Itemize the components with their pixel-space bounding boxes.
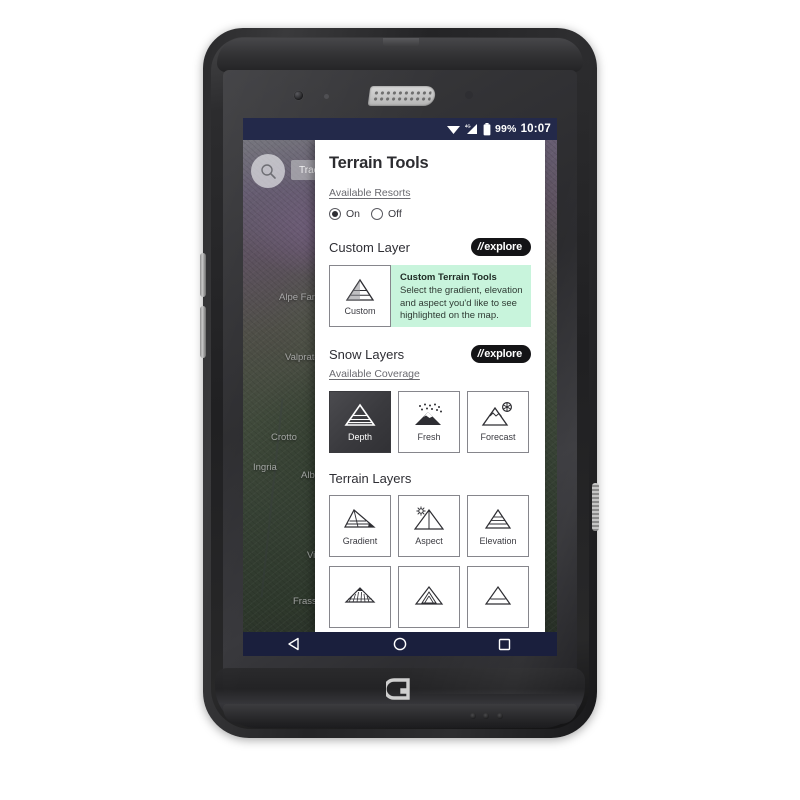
power-button[interactable] bbox=[592, 483, 599, 531]
tile-label: Depth bbox=[347, 432, 373, 442]
tile-custom[interactable]: Custom bbox=[329, 265, 391, 327]
tile-terrain-peak[interactable] bbox=[467, 566, 529, 628]
available-coverage-link[interactable]: Available Coverage bbox=[329, 368, 420, 380]
signal-4g-icon: 4G bbox=[465, 123, 479, 135]
tile-label: Custom bbox=[344, 305, 376, 316]
tile-snow-forecast[interactable]: Forecast bbox=[467, 391, 529, 453]
custom-layer-row: Custom Custom Terrain Tools Select the g… bbox=[329, 265, 531, 327]
fresh-snow-icon bbox=[412, 402, 446, 428]
elevation-icon bbox=[482, 506, 514, 532]
light-sensor bbox=[465, 91, 473, 99]
crosscall-logo bbox=[386, 678, 410, 700]
aspect-icon bbox=[412, 506, 446, 532]
radio-on-label: On bbox=[346, 208, 361, 220]
tile-label: Fresh bbox=[417, 432, 441, 442]
wifi-icon bbox=[446, 123, 461, 135]
tile-snow-fresh[interactable]: Fresh bbox=[398, 391, 460, 453]
phone-screen: Alpe Fantoc Valprato S Crotto Ingria Alb… bbox=[243, 118, 557, 656]
page-title: Terrain Tools bbox=[329, 154, 429, 172]
badge-label: explore bbox=[484, 240, 522, 253]
tile-label: Elevation bbox=[479, 536, 517, 546]
gradient-icon bbox=[343, 506, 377, 532]
snow-layers-header: Snow Layers // explore bbox=[329, 345, 531, 363]
badge-label: explore bbox=[484, 347, 522, 360]
explore-badge-custom[interactable]: // explore bbox=[470, 238, 531, 256]
custom-layer-header: Custom Layer // explore bbox=[329, 238, 531, 256]
terrain-layers-grid-row1: Gradient Aspect Elevation bbox=[329, 495, 531, 557]
home-circle-icon[interactable] bbox=[380, 632, 420, 656]
phone-top-seam bbox=[383, 38, 419, 47]
radio-off[interactable] bbox=[371, 208, 384, 220]
android-navigation-bar bbox=[243, 632, 557, 656]
terrain-layers-header: Terrain Layers bbox=[329, 471, 531, 486]
badge-slashes: // bbox=[477, 347, 484, 360]
volume-down-button[interactable] bbox=[200, 306, 206, 358]
tile-terrain-avalanche[interactable] bbox=[398, 566, 460, 628]
snow-layers-title: Snow Layers bbox=[329, 346, 405, 362]
search-icon[interactable] bbox=[251, 154, 285, 188]
screenshot-stage: Alpe Fantoc Valprato S Crotto Ingria Alb… bbox=[0, 0, 800, 800]
svg-text:4G: 4G bbox=[465, 124, 471, 129]
tile-label: Forecast bbox=[480, 432, 516, 442]
custom-terrain-icon bbox=[345, 277, 375, 303]
snow-depth-icon bbox=[344, 402, 376, 428]
info-body: Select the gradient, elevation and aspec… bbox=[400, 285, 523, 322]
tile-snow-depth[interactable]: Depth bbox=[329, 391, 391, 453]
info-title: Custom Terrain Tools bbox=[400, 272, 497, 283]
radio-off-label: Off bbox=[388, 208, 402, 220]
volume-up-button[interactable] bbox=[200, 253, 206, 297]
terrain-avalanche-icon bbox=[413, 582, 445, 608]
status-bar: 4G 99% 10:07 bbox=[243, 118, 557, 140]
available-resorts-link[interactable]: Available Resorts bbox=[329, 187, 411, 199]
earpiece-speaker bbox=[367, 86, 437, 106]
custom-terrain-info-panel: Custom Terrain Tools Select the gradient… bbox=[391, 265, 531, 327]
proximity-sensor bbox=[324, 94, 329, 99]
tile-label: Aspect bbox=[415, 536, 443, 546]
front-camera bbox=[294, 91, 303, 100]
custom-layer-title: Custom Layer bbox=[329, 239, 410, 255]
battery-level: 99% bbox=[494, 123, 517, 135]
clock: 10:07 bbox=[520, 123, 551, 135]
radio-on[interactable] bbox=[329, 208, 341, 220]
badge-slashes: // bbox=[477, 240, 484, 253]
phone-bottom-edge bbox=[223, 704, 577, 724]
tile-terrain-ridges[interactable] bbox=[329, 566, 391, 628]
battery-icon bbox=[483, 122, 491, 136]
explore-badge-snow[interactable]: // explore bbox=[470, 345, 531, 363]
snow-layers-grid: Depth Fresh Forecast bbox=[329, 391, 531, 453]
back-triangle-icon[interactable] bbox=[275, 632, 315, 656]
earpiece-grille bbox=[372, 90, 432, 102]
terrain-layers-title: Terrain Layers bbox=[329, 471, 412, 486]
tile-elevation[interactable]: Elevation bbox=[467, 495, 529, 557]
microphone-holes bbox=[470, 713, 510, 720]
snow-forecast-icon bbox=[481, 402, 515, 428]
recents-square-icon[interactable] bbox=[485, 632, 525, 656]
terrain-tools-sheet: Terrain Tools Available Resorts On Off C… bbox=[315, 140, 545, 632]
tile-aspect[interactable]: Aspect bbox=[398, 495, 460, 557]
tile-label: Gradient bbox=[342, 536, 378, 546]
tile-gradient[interactable]: Gradient bbox=[329, 495, 391, 557]
terrain-peak-icon bbox=[482, 582, 514, 608]
terrain-ridges-icon bbox=[343, 582, 377, 608]
terrain-layers-grid-row2 bbox=[329, 566, 531, 628]
resorts-toggle-group: On Off bbox=[329, 208, 531, 220]
